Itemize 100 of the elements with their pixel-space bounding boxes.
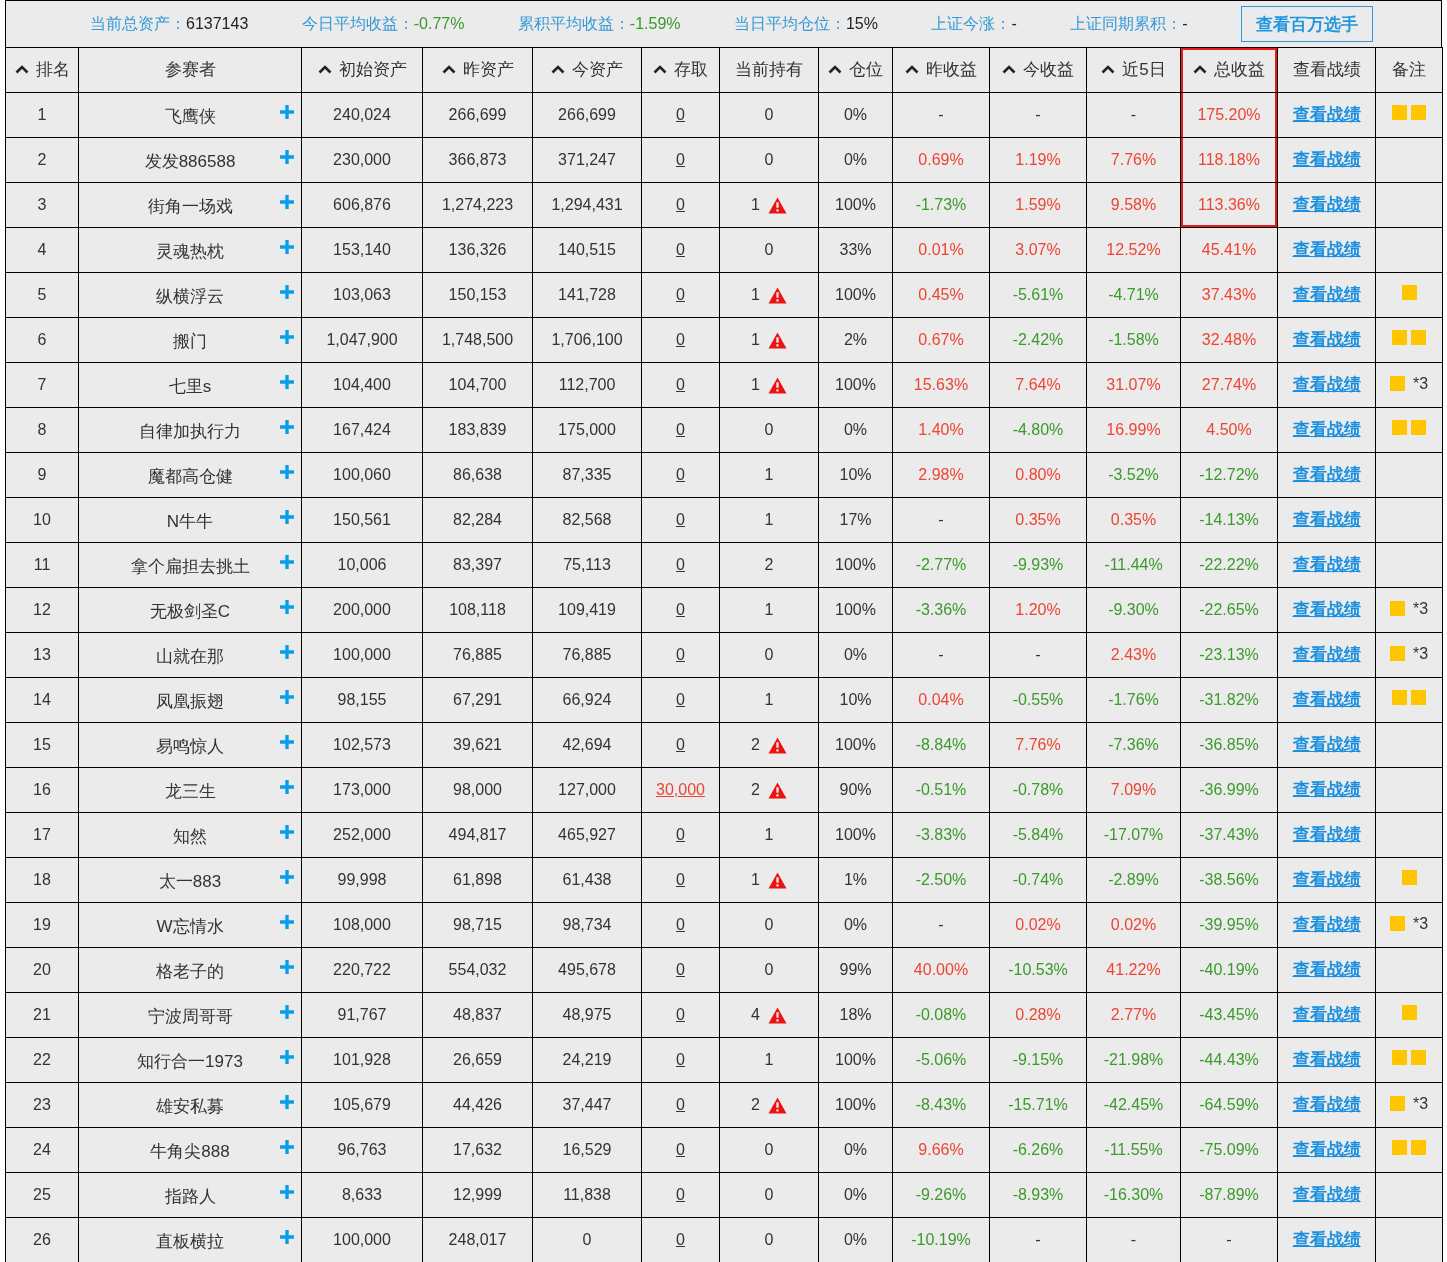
caret-icon xyxy=(551,64,565,74)
deposit-link[interactable]: 0 xyxy=(676,421,685,438)
warning-icon xyxy=(767,736,787,754)
table-cell: 183,839 xyxy=(422,407,533,453)
table-cell: 82,568 xyxy=(532,497,642,543)
column-header[interactable]: 存取 xyxy=(641,47,720,93)
player-name: 拿个扁担去挑土 xyxy=(129,555,251,577)
plus-icon[interactable] xyxy=(280,1005,294,1019)
plus-icon[interactable] xyxy=(280,600,294,614)
column-header[interactable]: 昨资产 xyxy=(422,47,533,93)
deposit-link[interactable]: 0 xyxy=(676,1141,685,1158)
deposit-link[interactable]: 0 xyxy=(676,826,685,843)
table-cell: 266,699 xyxy=(532,92,642,138)
table-cell: 48,837 xyxy=(422,992,533,1038)
column-header[interactable]: 排名 xyxy=(5,47,79,93)
deposit-link[interactable]: 0 xyxy=(676,106,685,123)
stat-value: - xyxy=(1011,14,1017,32)
deposit-link[interactable]: 0 xyxy=(676,1186,685,1203)
deposit-link[interactable]: 0 xyxy=(676,601,685,618)
table-cell: 39,621 xyxy=(422,722,533,768)
deposit-link[interactable]: 0 xyxy=(676,1096,685,1113)
deposit-link[interactable]: 0 xyxy=(676,1231,685,1248)
column-header[interactable]: 昨收益 xyxy=(892,47,990,93)
plus-icon[interactable] xyxy=(280,780,294,794)
deposit-link[interactable]: 0 xyxy=(676,961,685,978)
return-cell: -37.43% xyxy=(1180,812,1278,858)
deposit-link[interactable]: 0 xyxy=(676,511,685,528)
table-cell: 1,748,500 xyxy=(422,317,533,363)
deposit-link[interactable]: 0 xyxy=(676,736,685,753)
deposit-link[interactable]: 0 xyxy=(676,556,685,573)
plus-icon[interactable] xyxy=(280,915,294,929)
deposit-link[interactable]: 0 xyxy=(676,871,685,888)
holding-count: 0 xyxy=(764,915,774,935)
plus-icon[interactable] xyxy=(280,1050,294,1064)
table-cell: 91,767 xyxy=(301,992,423,1038)
table-cell: 0% xyxy=(818,1127,893,1173)
plus-icon[interactable] xyxy=(280,690,294,704)
plus-icon[interactable] xyxy=(280,240,294,254)
stat-label: 今日平均收益： xyxy=(301,14,414,32)
plus-icon[interactable] xyxy=(280,465,294,479)
return-cell: -4.80% xyxy=(989,407,1087,453)
table-cell: 99% xyxy=(818,947,893,993)
deposit-link[interactable]: 0 xyxy=(676,466,685,483)
deposit-link[interactable]: 0 xyxy=(676,1006,685,1023)
player-name: 街角一场戏 xyxy=(146,195,234,217)
table-cell: 98,715 xyxy=(422,902,533,948)
table-cell: 266,699 xyxy=(422,92,533,138)
return-cell: 12.52% xyxy=(1086,227,1181,273)
deposit-link[interactable]: 0 xyxy=(676,241,685,258)
table-cell: 240,024 xyxy=(301,92,423,138)
deposit-link[interactable]: 0 xyxy=(676,1051,685,1068)
deposit-link[interactable]: 0 xyxy=(676,691,685,708)
deposit-link[interactable]: 0 xyxy=(676,331,685,348)
deposit-link[interactable]: 0 xyxy=(676,376,685,393)
plus-icon[interactable] xyxy=(280,510,294,524)
rank-cell: 11 xyxy=(5,542,79,588)
plus-icon[interactable] xyxy=(280,1185,294,1199)
deposit-link[interactable]: 0 xyxy=(676,196,685,213)
table-cell: 10% xyxy=(818,677,893,723)
column-header[interactable]: 今收益 xyxy=(989,47,1087,93)
column-header[interactable]: 近5日 xyxy=(1086,47,1181,93)
plus-icon[interactable] xyxy=(280,195,294,209)
plus-icon[interactable] xyxy=(280,375,294,389)
table-cell: 76,885 xyxy=(532,632,642,678)
deposit-link[interactable]: 0 xyxy=(676,916,685,933)
table-cell: 98,155 xyxy=(301,677,423,723)
return-cell: - xyxy=(892,497,990,543)
plus-icon[interactable] xyxy=(280,330,294,344)
column-header[interactable]: 总收益 xyxy=(1180,47,1278,93)
return-cell: -36.85% xyxy=(1180,722,1278,768)
plus-icon[interactable] xyxy=(280,1095,294,1109)
plus-icon[interactable] xyxy=(280,735,294,749)
return-cell: -3.83% xyxy=(892,812,990,858)
plus-icon[interactable] xyxy=(280,645,294,659)
plus-icon[interactable] xyxy=(280,825,294,839)
rank-cell: 2 xyxy=(5,137,79,183)
plus-icon[interactable] xyxy=(280,285,294,299)
caret-icon xyxy=(653,64,667,74)
warning-icon xyxy=(767,196,787,214)
table-cell: 24,219 xyxy=(532,1037,642,1083)
plus-icon[interactable] xyxy=(280,105,294,119)
holding-count: 0 xyxy=(764,1140,774,1160)
plus-icon[interactable] xyxy=(280,1140,294,1154)
table-cell: 17,632 xyxy=(422,1127,533,1173)
column-header[interactable]: 今资产 xyxy=(532,47,642,93)
column-header[interactable]: 初始资产 xyxy=(301,47,423,93)
return-cell: 2.43% xyxy=(1086,632,1181,678)
table-cell: 100% xyxy=(818,587,893,633)
column-header[interactable]: 仓位 xyxy=(818,47,893,93)
plus-icon[interactable] xyxy=(280,960,294,974)
table-cell: 173,000 xyxy=(301,767,423,813)
deposit-link[interactable]: 0 xyxy=(676,151,685,168)
table-cell: 0% xyxy=(818,632,893,678)
plus-icon[interactable] xyxy=(280,150,294,164)
plus-icon[interactable] xyxy=(280,555,294,569)
plus-icon[interactable] xyxy=(280,870,294,884)
plus-icon[interactable] xyxy=(280,1230,294,1244)
deposit-link[interactable]: 0 xyxy=(676,646,685,663)
deposit-link[interactable]: 0 xyxy=(676,286,685,303)
plus-icon[interactable] xyxy=(280,420,294,434)
